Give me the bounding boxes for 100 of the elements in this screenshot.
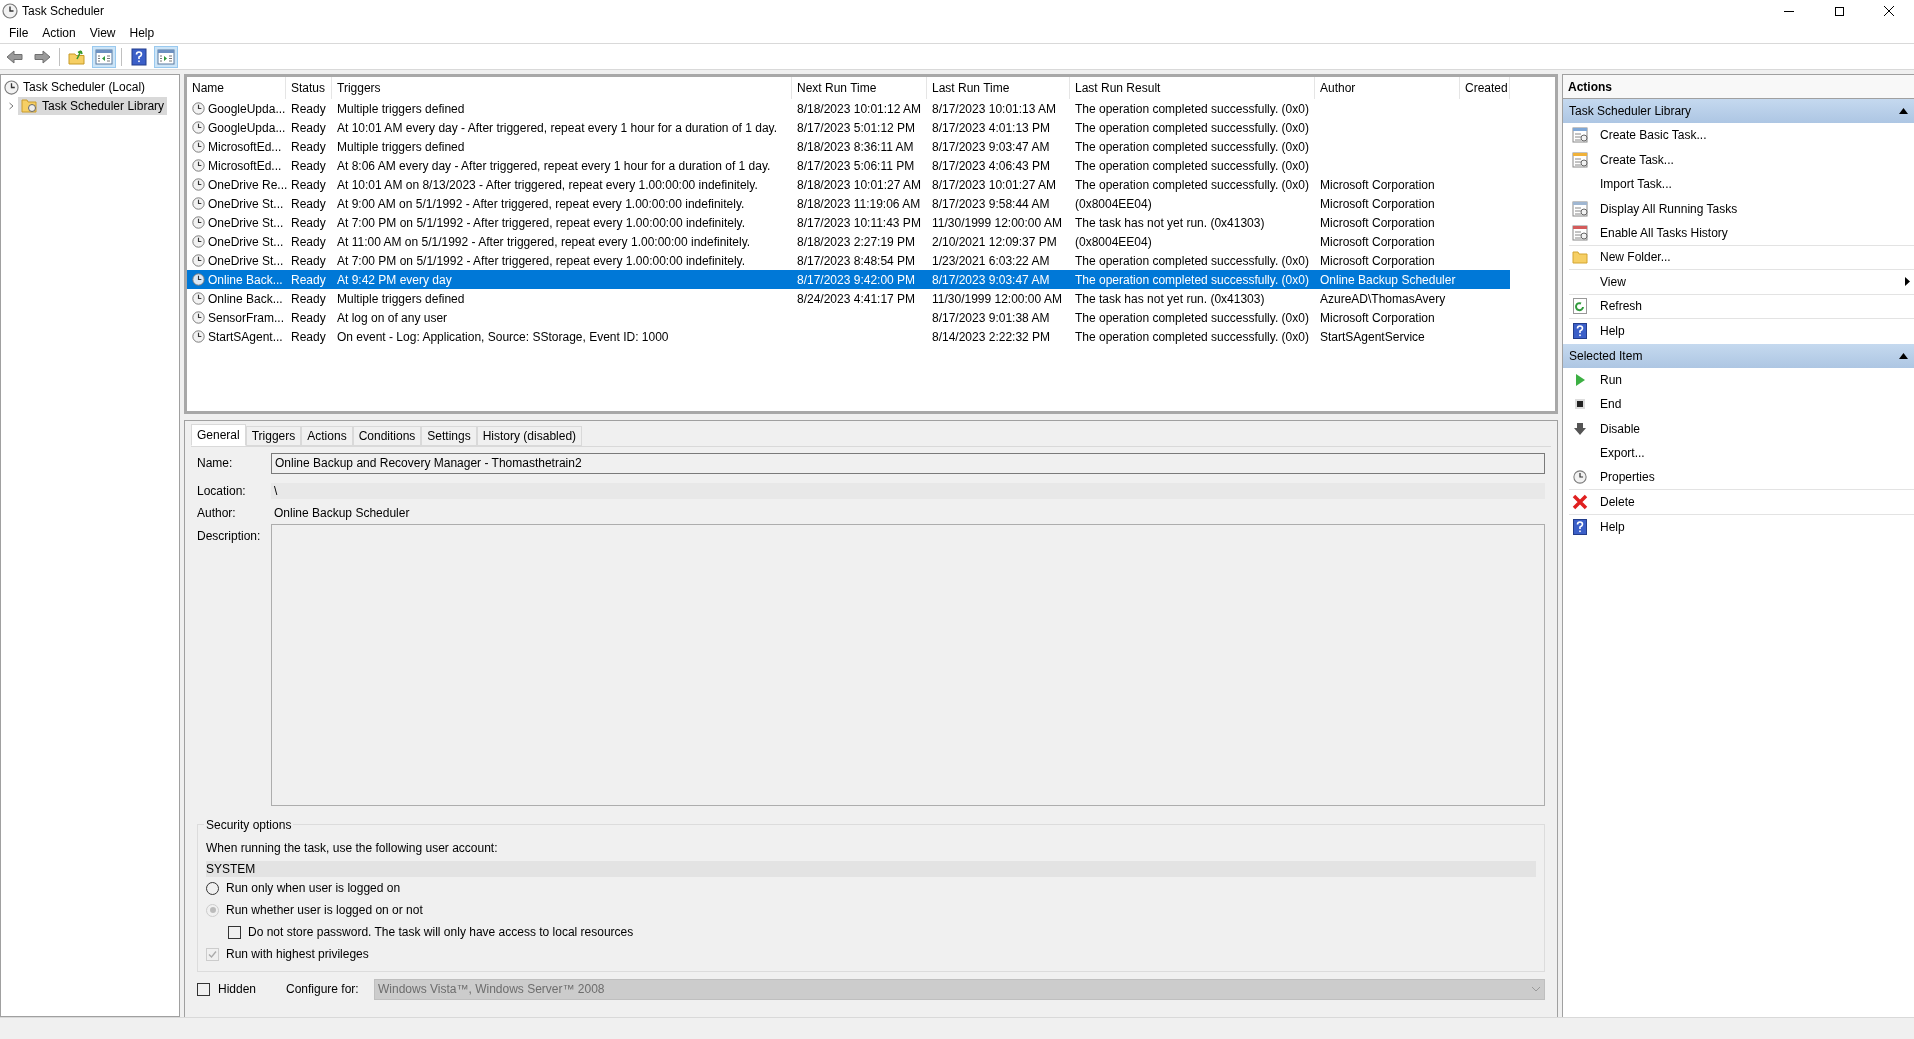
expand-chevron-icon[interactable] xyxy=(7,101,15,110)
table-cell-text: 8/17/2023 9:58:44 AM xyxy=(932,195,1050,213)
help-icon xyxy=(1573,518,1587,535)
command-link[interactable]: Export... xyxy=(1569,441,1914,466)
column-header[interactable]: Triggers xyxy=(332,77,792,99)
task-row[interactable]: Online Back... Ready Multiple triggers defined 8/24/2023 4:41:17 PM 11/30/1999 12:00:00 AM The task has not yet run. (0x41303) AzureAD\ThomasAvery xyxy=(187,289,1510,308)
toolbar-button[interactable] xyxy=(92,45,116,68)
checkbox[interactable] xyxy=(228,925,241,939)
window-title: Task Scheduler xyxy=(22,3,105,20)
name-field[interactable]: Online Backup and Recovery Manager - Thomasthetrain2 xyxy=(271,452,1545,474)
new-task-icon xyxy=(1572,127,1588,144)
table-cell-text: Ready xyxy=(291,252,326,270)
task-row[interactable]: SensorFram... Ready At log on of any user 8/17/2023 9:01:38 AM The operation completed successfully. (0x0) Microsoft Corporation xyxy=(187,308,1510,327)
section-header[interactable]: Task Scheduler Library xyxy=(1563,99,1914,123)
menu-item[interactable]: Action xyxy=(37,23,81,42)
table-cell-text: The operation completed successfully. (0x0) xyxy=(1075,271,1309,289)
field-label: Name: xyxy=(197,455,234,472)
command-link[interactable]: Create Basic Task... xyxy=(1569,123,1914,148)
table-cell-text: The operation completed successfully. (0x0) xyxy=(1075,176,1309,194)
command-link[interactable]: Import Task... xyxy=(1569,172,1914,197)
task-row[interactable]: OneDrive St... Ready At 11:00 AM on 5/1/1992 - After triggered, repeat every 1.00:00:00 indefinitely. 8/18/2023 2:27:19 PM 2/10/2021 12:09:37 PM (0x8004EE04) Microsoft Corporation xyxy=(187,232,1510,251)
command-link[interactable]: Display All Running Tasks xyxy=(1569,196,1914,221)
table-cell-text: At 10:01 AM every day - After triggered, repeat every 1 hour for a duration of 1 day. xyxy=(337,119,778,137)
tab[interactable]: Triggers xyxy=(245,426,302,446)
table-cell-text: 8/18/2023 8:36:11 AM xyxy=(797,138,914,156)
app-clock-icon xyxy=(2,3,18,19)
command-link[interactable]: Delete xyxy=(1569,490,1914,515)
column-header[interactable]: Name xyxy=(187,77,286,99)
section-header[interactable]: Selected Item xyxy=(1563,343,1914,368)
clock-icon xyxy=(192,235,205,248)
command-link[interactable]: Disable xyxy=(1569,416,1914,441)
column-header[interactable]: Created xyxy=(1460,77,1510,99)
table-cell-text: Microsoft Corporation xyxy=(1320,252,1435,270)
menu-item[interactable]: Help xyxy=(124,23,160,42)
table-cell-text: MicrosoftEd... xyxy=(208,157,282,175)
table-cell-text: Ready xyxy=(291,214,326,232)
tab[interactable]: General xyxy=(191,424,246,446)
task-row[interactable]: Online Back... Ready At 9:42 PM every day 8/17/2023 9:42:00 PM 8/17/2023 9:03:47 AM The operation completed successfully. (0x0) Online Backup Scheduler xyxy=(187,270,1510,289)
command-link[interactable]: Enable All Tasks History xyxy=(1569,221,1914,246)
table-cell-text: At 9:42 PM every day xyxy=(337,271,452,289)
task-row[interactable]: MicrosoftEd... Ready Multiple triggers defined 8/18/2023 8:36:11 AM 8/17/2023 9:03:47 AM The operation completed successfully. (0x0) xyxy=(187,137,1510,156)
command-link[interactable]: Properties xyxy=(1569,465,1914,490)
forward-arrow-icon xyxy=(33,48,51,65)
chevron-down-icon xyxy=(1531,986,1541,992)
checkbox[interactable] xyxy=(197,982,210,996)
command-link[interactable]: Run xyxy=(1569,367,1914,392)
command-link[interactable]: End xyxy=(1569,392,1914,417)
command-link[interactable]: View xyxy=(1569,270,1914,295)
table-cell-text: OneDrive St... xyxy=(208,195,284,213)
table-cell-text: 8/17/2023 4:06:43 PM xyxy=(932,157,1051,175)
command-link[interactable]: New Folder... xyxy=(1569,245,1914,270)
tree-item[interactable]: Task Scheduler Library xyxy=(18,96,168,115)
menu-item[interactable]: File xyxy=(4,23,34,42)
description-field[interactable] xyxy=(271,524,1545,806)
tab[interactable]: Settings xyxy=(421,426,477,446)
account-field: SYSTEM xyxy=(206,861,1536,877)
table-cell-text: The task has not yet run. (0x41303) xyxy=(1075,290,1265,308)
table-cell-text: At 11:00 AM on 5/1/1992 - After triggered, repeat every 1.00:00:00 indefinitely. xyxy=(337,233,751,251)
command-link[interactable]: Help xyxy=(1569,514,1914,539)
command-link[interactable]: Create Task... xyxy=(1569,147,1914,172)
toolbar-button[interactable] xyxy=(154,45,178,68)
clock-icon xyxy=(192,292,205,305)
table-cell-text: 11/30/1999 12:00:00 AM xyxy=(932,214,1062,232)
pane-layout-icon xyxy=(157,48,175,65)
task-row[interactable]: OneDrive St... Ready At 9:00 AM on 5/1/1992 - After triggered, repeat every 1.00:00:00 indefinitely. 8/18/2023 11:19:06 AM 8/17/2023 9:58:44 AM (0x8004EE04) Microsoft Corporation xyxy=(187,194,1510,213)
clock-icon xyxy=(192,273,205,286)
clock-icon xyxy=(192,121,205,134)
table-cell-text: 8/17/2023 8:48:54 PM xyxy=(797,252,916,270)
refresh-icon xyxy=(1573,298,1587,315)
table-cell-text: 8/17/2023 10:11:43 PM xyxy=(797,214,921,232)
collapse-triangle-icon[interactable] xyxy=(1899,108,1908,114)
clock-icon xyxy=(192,311,205,324)
task-row[interactable]: MicrosoftEd... Ready At 8:06 AM every day - After triggered, repeat every 1 hour for a duration of 1 day. 8/17/2023 5:06:11 PM 8/17/2023 4:06:43 PM The operation completed successfully. (0x0) xyxy=(187,156,1510,175)
table-cell-text: (0x8004EE04) xyxy=(1075,233,1152,251)
command-link[interactable]: Help xyxy=(1569,319,1914,344)
help-icon xyxy=(1573,323,1587,340)
command-link[interactable]: Refresh xyxy=(1569,294,1914,319)
table-cell-text: The operation completed successfully. (0x0) xyxy=(1075,157,1309,175)
tab[interactable]: Actions xyxy=(301,426,353,446)
table-cell-text: The operation completed successfully. (0x0) xyxy=(1075,252,1309,270)
tree-item[interactable]: Task Scheduler (Local) xyxy=(23,78,146,96)
column-header[interactable]: Status xyxy=(286,77,332,99)
tab[interactable]: Conditions xyxy=(352,426,422,446)
collapse-triangle-icon[interactable] xyxy=(1899,352,1908,359)
column-header[interactable]: Author xyxy=(1315,77,1460,99)
task-row[interactable]: GoogleUpda... Ready Multiple triggers defined 8/18/2023 10:01:12 AM 8/17/2023 10:01:13 AM The operation completed successfully. (0x0) xyxy=(187,99,1510,118)
table-cell-text: Ready xyxy=(291,309,326,327)
menu-item[interactable]: View xyxy=(84,23,121,42)
table-cell-text: Multiple triggers defined xyxy=(337,100,465,118)
column-header[interactable]: Last Run Time xyxy=(927,77,1070,99)
task-row[interactable]: StartSAgent... Ready On event - Log: Application, Source: SStorage, Event ID: 1000 8/14/2023 2:22:32 PM The operation completed successfully. (0x0) StartSAgentService xyxy=(187,327,1510,346)
table-cell-text: StartSAgent... xyxy=(208,328,283,346)
tab[interactable]: History (disabled) xyxy=(476,426,583,446)
task-row[interactable]: GoogleUpda... Ready At 10:01 AM every day - After triggered, repeat every 1 hour for a duration of 1 day. 8/17/2023 5:01:12 PM 8/17/2023 4:01:13 PM The operation completed successfully. (0x0) xyxy=(187,118,1510,137)
clock-icon xyxy=(192,178,205,191)
column-header[interactable]: Next Run Time xyxy=(792,77,927,99)
table-cell-text: Ready xyxy=(291,233,326,251)
column-header[interactable]: Last Run Result xyxy=(1070,77,1315,99)
table-cell-text: Microsoft Corporation xyxy=(1320,176,1435,194)
help-icon xyxy=(131,47,147,66)
